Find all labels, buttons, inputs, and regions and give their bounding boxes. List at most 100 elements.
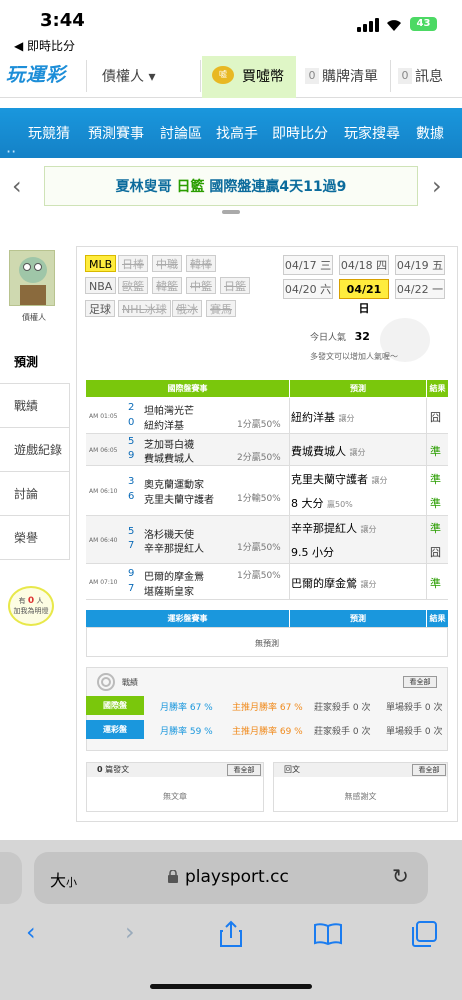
tab-game-log[interactable]: 遊戲紀錄 (0, 428, 70, 472)
prediction: 巴爾的摩金鶯 讓分 (291, 575, 377, 591)
stats-intl-month: 月勝率 67 % (160, 703, 213, 713)
team-name: 巴爾的摩金鶯 (144, 572, 204, 583)
previous-tab-preview[interactable] (0, 852, 22, 904)
team-number: 3 (128, 476, 135, 487)
date-button[interactable]: 04/19 五 (395, 255, 445, 275)
team-number: 2 (128, 402, 135, 413)
posts-empty: 無文章 (163, 792, 187, 801)
menu-item-player-search[interactable]: 玩家搜尋 (344, 123, 400, 143)
light-bulb-badge[interactable]: 有 0 人 加我為明燈 (8, 586, 54, 626)
team-name: 芝加哥白襪 (144, 440, 194, 451)
filter-kbo: 韓棒 (186, 255, 216, 272)
menu-item-forum[interactable]: 討論區 (160, 123, 202, 143)
menu-item-guess[interactable]: 玩競猜 (28, 123, 70, 143)
menu-item-livescore[interactable]: 即時比分 (272, 123, 328, 143)
game-time: AM 01:05 (89, 413, 118, 420)
filter-cn-basketball: 中籃 (186, 277, 216, 294)
stats-lottery-month: 月勝率 59 % (160, 727, 213, 737)
filter-soccer[interactable]: 足球 (85, 300, 115, 317)
result: 準 (430, 445, 441, 458)
banner-next-icon[interactable]: › (432, 172, 442, 200)
back-to-app-link[interactable]: ◀ 即時比分 (14, 37, 75, 54)
team-name: 坦帕灣光芒 (144, 406, 194, 417)
pick-total: 8 大分 (291, 497, 324, 510)
avatar-eye (34, 263, 42, 271)
date-button[interactable]: 04/18 四 (339, 255, 389, 275)
filter-mlb[interactable]: MLB (85, 255, 117, 272)
pick-type: 讓分 (371, 476, 388, 485)
site-logo[interactable]: 玩運彩 (6, 60, 78, 90)
stats-lottery-main: 主推月勝率 69 % (232, 727, 303, 737)
share-icon[interactable] (218, 920, 244, 948)
table-row: AM 06:40 5 洛杉磯天使 7 辛辛那提紅人 1分贏50% 辛辛那提紅人 … (86, 516, 448, 564)
banner-league: 日籃 (176, 179, 205, 195)
pick-type: 讓分 (349, 448, 366, 457)
bulb-text: 加我為明燈 (13, 607, 49, 615)
stats-intl-killer: 莊家殺手 0 次 (314, 703, 371, 713)
menu-item-data[interactable]: 數據 (416, 123, 444, 143)
table-row: AM 01:05 2 坦帕灣光芒 0 紐約洋基 1分贏50% 紐約洋基 讓分 囧 (86, 398, 448, 434)
date-button[interactable]: 04/22 一 (395, 279, 445, 299)
lottery-empty-box: 無預測 (86, 627, 448, 657)
lottery-empty: 無預測 (255, 639, 279, 648)
stats-intl-single: 單場殺手 0 次 (386, 703, 443, 713)
lottery-col-pick: 預測 (290, 610, 426, 627)
reload-icon[interactable]: ↻ (392, 864, 409, 888)
game-time: AM 06:05 (89, 447, 118, 454)
lottery-table-title: 運彩盤賽事 (86, 610, 289, 627)
menu-item-experts[interactable]: 找高手 (216, 123, 258, 143)
promo-banner[interactable]: 夏林叟哥 日籃 國際盤連贏4天11過9 (44, 166, 418, 206)
user-menu[interactable]: 債權人 ▾ (102, 66, 155, 86)
filter-jp-basketball: 日籃 (220, 277, 250, 294)
cart-count: 0 (305, 68, 319, 84)
target-icon (97, 673, 115, 691)
cart-link[interactable]: 購牌清單 (322, 66, 378, 86)
filter-jp-baseball: 日棒 (118, 255, 148, 272)
posts-see-all-button[interactable]: 看全部 (227, 764, 261, 776)
table-divider (426, 398, 427, 600)
bulb-unit: 人 (36, 597, 44, 605)
bulb-count: 0 (27, 596, 35, 606)
banner-prev-icon[interactable]: ‹ (12, 172, 22, 200)
avatar[interactable] (9, 250, 55, 306)
pick-type: 讓分 (338, 414, 355, 423)
filter-nba[interactable]: NBA (85, 277, 117, 294)
back-icon[interactable]: ‹ (26, 918, 36, 946)
table-row: AM 06:10 3 奧克蘭運動家 6 克里夫蘭守護者 1分輸50% 克里夫蘭守… (86, 466, 448, 516)
stats-see-all-button[interactable]: 看全部 (403, 676, 437, 688)
tab-honor[interactable]: 榮譽 (0, 516, 70, 560)
team-number: 7 (128, 583, 135, 594)
text-size-button[interactable]: 大小 (50, 867, 77, 891)
table-row: AM 06:05 5 芝加哥白襪 9 費城費城人 2分贏50% 費城費城人 讓分… (86, 434, 448, 466)
popularity-note: 多發文可以增加人氣喔～ (310, 352, 398, 361)
date-button-selected[interactable]: 04/21 日 (339, 279, 389, 315)
replies-empty: 無感謝文 (344, 792, 377, 801)
forward-icon: › (125, 918, 135, 946)
stats-lottery-label: 運彩盤 (86, 720, 144, 739)
wifi-icon (387, 20, 401, 31)
date-button[interactable]: 04/20 六 (283, 279, 333, 299)
pick-type: 讓分 (360, 580, 377, 589)
tab-predict[interactable]: 預測 (0, 340, 70, 384)
pick-team: 巴爾的摩金鶯 (291, 577, 357, 590)
bookmarks-icon[interactable] (313, 922, 343, 946)
intl-table-title: 國際盤賽事 (86, 380, 289, 397)
message-link[interactable]: 訊息 (415, 66, 443, 86)
nav-divider (86, 60, 87, 92)
prediction: 克里夫蘭守護者 讓分 (291, 471, 388, 487)
team-number: 5 (128, 436, 135, 447)
tab-record[interactable]: 戰績 (0, 384, 70, 428)
profile-name: 債權人 (22, 313, 46, 322)
tab-discussion[interactable]: 討論 (0, 472, 70, 516)
tabs-icon[interactable] (410, 920, 438, 948)
url-text: playsport.cc (185, 867, 289, 887)
nav-divider (200, 60, 201, 92)
lottery-col-result: 結果 (427, 610, 448, 627)
menu-item-predict[interactable]: 預測賽事 (88, 123, 144, 143)
bulb-text: 有 (18, 597, 26, 605)
main-menu: ·· 玩競猜 預測賽事 討論區 找高手 即時比分 玩家搜尋 數據 (0, 108, 462, 158)
date-button[interactable]: 04/17 三 (283, 255, 333, 275)
replies-see-all-button[interactable]: 看全部 (412, 764, 446, 776)
popularity-value: 32 (354, 330, 370, 343)
team-number: 9 (128, 568, 135, 579)
